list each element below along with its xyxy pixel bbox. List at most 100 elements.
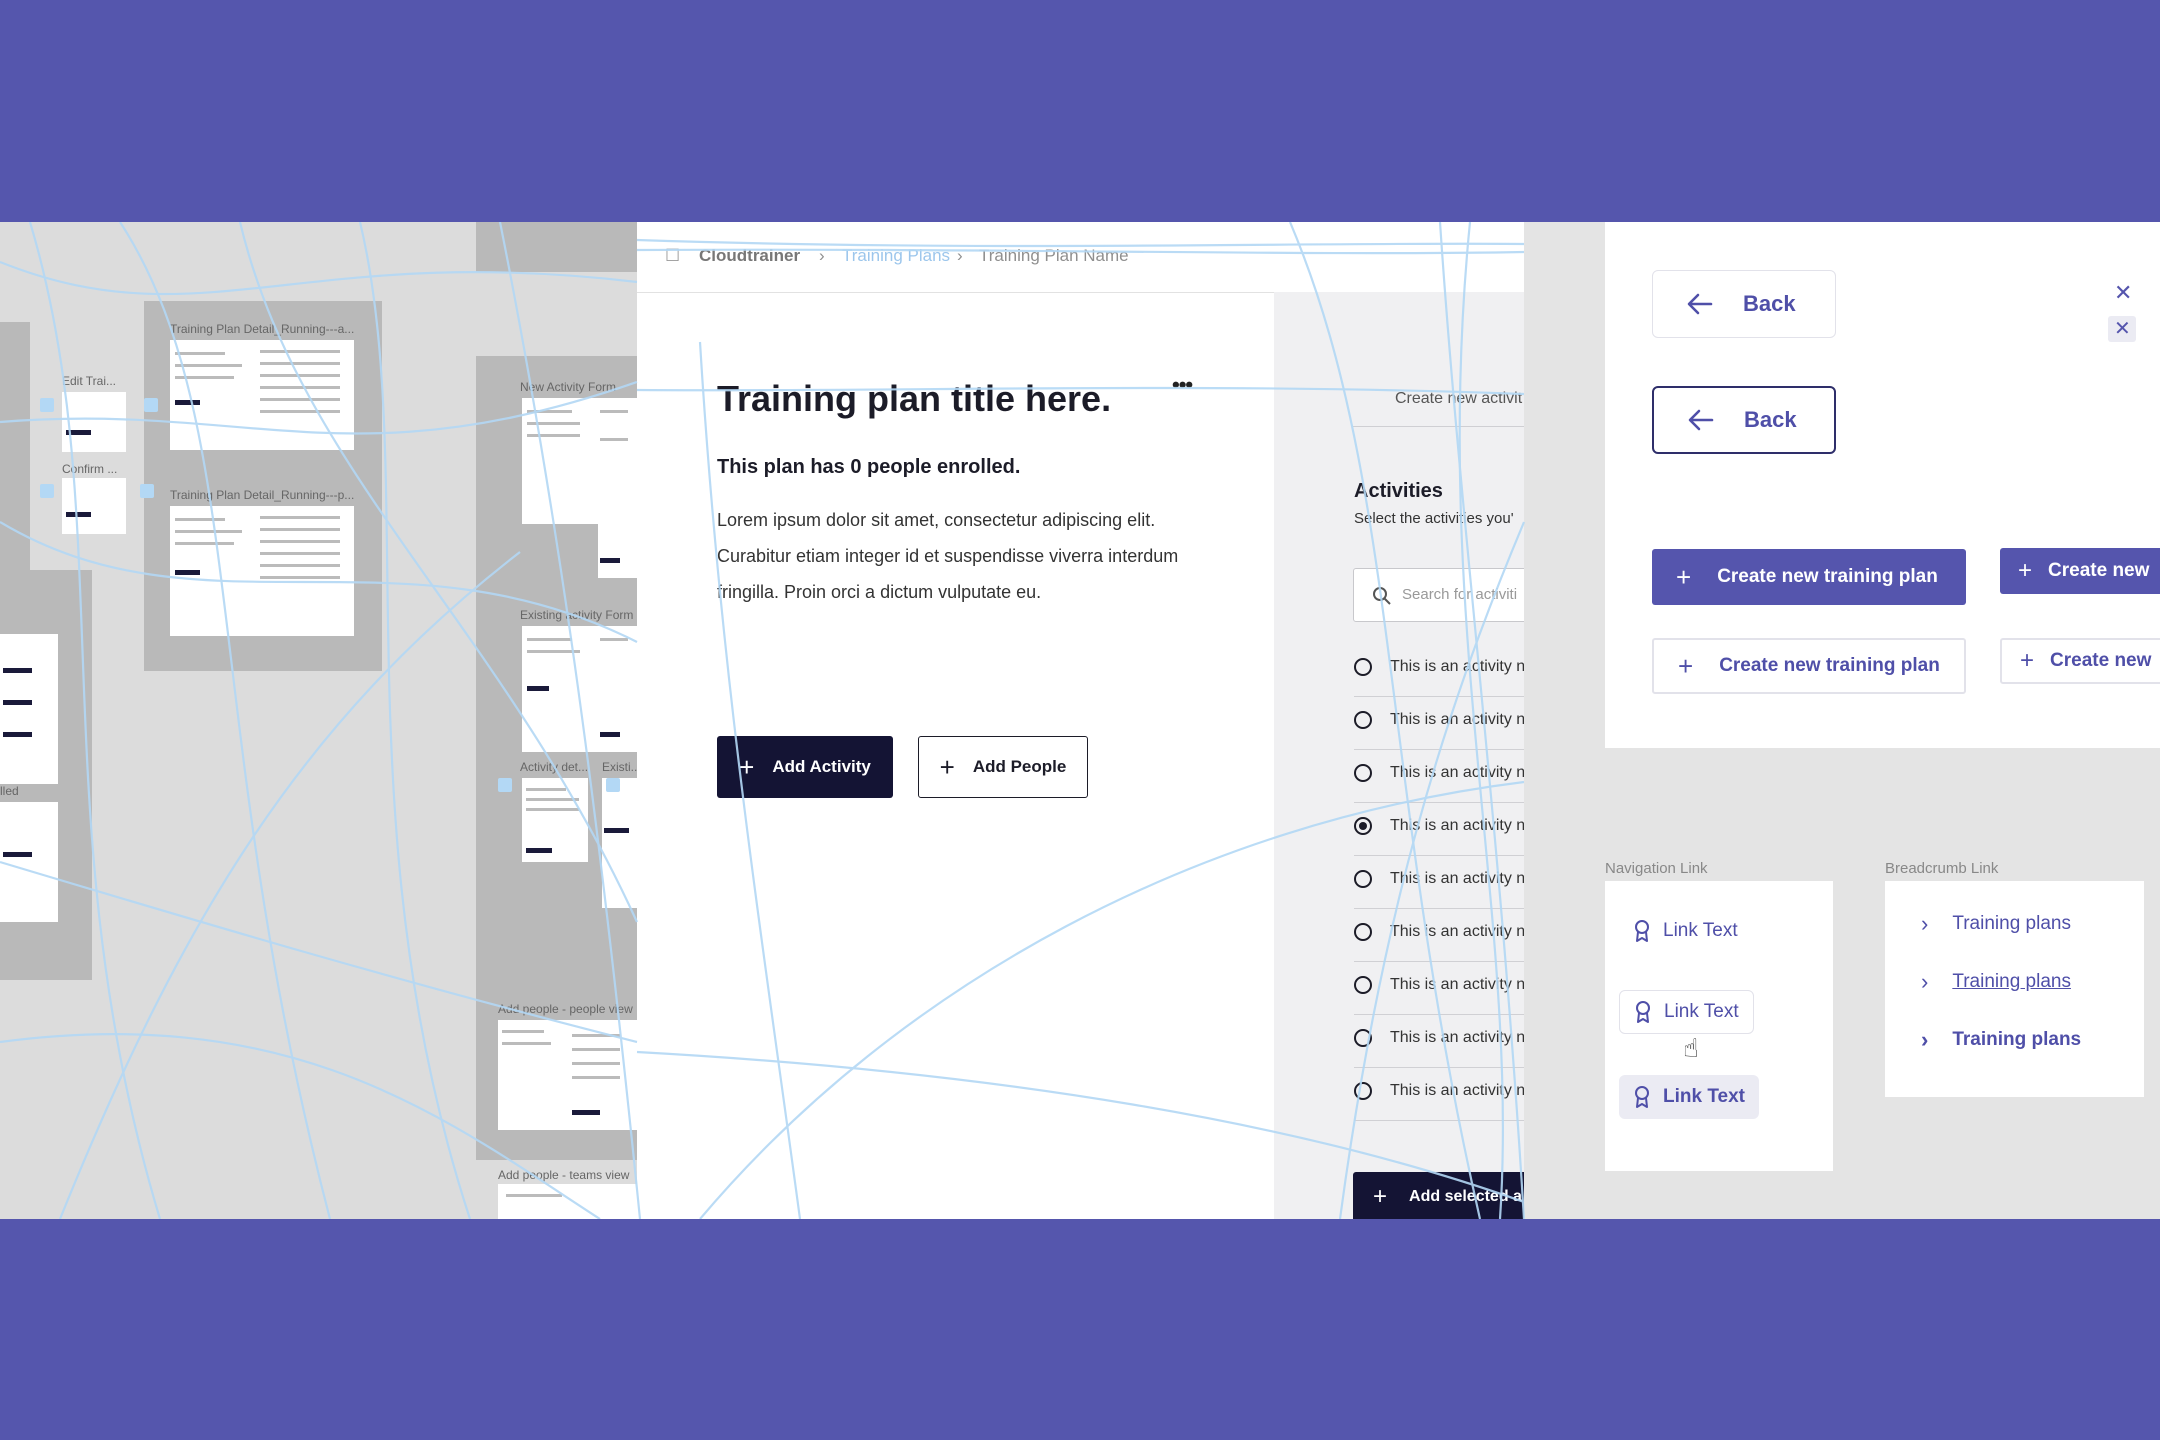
frame-thumbnail[interactable]: [0, 634, 58, 784]
chevron-right-icon: ›: [957, 246, 963, 265]
radio-unselected[interactable]: [1354, 1082, 1372, 1100]
radio-unselected[interactable]: [1354, 764, 1372, 782]
frame-label: Add people - teams view: [498, 1168, 630, 1182]
breadcrumb-link-card: › Training plans › Training plans › Trai…: [1885, 881, 2144, 1097]
activity-label: This is an activity n: [1390, 764, 1524, 781]
plus-icon: +: [939, 751, 955, 782]
activity-row[interactable]: This is an activity n: [1354, 750, 1524, 803]
radio-selected[interactable]: [1354, 817, 1372, 835]
activity-row[interactable]: This is an activity n: [1354, 697, 1524, 750]
back-label: Back: [1744, 407, 1797, 432]
nav-link-active[interactable]: Link Text: [1619, 1075, 1759, 1119]
frame-thumbnail[interactable]: [0, 802, 58, 922]
activity-row[interactable]: This is an activity n: [1354, 962, 1524, 1015]
chevron-right-icon: ›: [1921, 969, 1929, 994]
design-canvas: Training Plan Detail_Running---a... Trai…: [0, 222, 2160, 1219]
training-plan-screen: ☐ Cloudtrainer › Training Plans › Traini…: [637, 222, 1524, 1219]
activity-label: This is an activity n: [1390, 817, 1524, 834]
frame-thumbnail[interactable]: [498, 1020, 568, 1130]
frame-thumbnail[interactable]: [170, 340, 254, 450]
back-button-focused[interactable]: Back: [1652, 386, 1836, 454]
activity-row[interactable]: This is an activity n: [1354, 1015, 1524, 1068]
breadcrumb-link-default[interactable]: › Training plans: [1921, 911, 2071, 937]
frame-thumbnail[interactable]: [254, 340, 354, 450]
radio-unselected[interactable]: [1354, 711, 1372, 729]
breadcrumb-link-hover[interactable]: › Training plans: [1921, 969, 2071, 995]
breadcrumb-training-plans[interactable]: Training Plans: [842, 246, 950, 266]
home-icon[interactable]: ☐: [665, 246, 680, 266]
add-activity-button[interactable]: + Add Activity: [717, 736, 893, 798]
activity-row[interactable]: This is an activity n: [1354, 1068, 1524, 1121]
frame-label: Existing activity Form: [520, 608, 634, 622]
prototype-canvas[interactable]: Training Plan Detail_Running---a... Trai…: [0, 222, 637, 1219]
breadcrumb-link-label: Training plans: [1952, 971, 2071, 992]
frame-thumbnail[interactable]: [498, 1184, 637, 1219]
frame-thumbnail[interactable]: [598, 626, 637, 752]
activity-row[interactable]: This is an activity n: [1354, 909, 1524, 962]
activity-label: This is an activity n: [1390, 1029, 1524, 1046]
frame-thumbnail[interactable]: [602, 778, 637, 908]
create-plan-button-primary-small[interactable]: + Create new: [2000, 548, 2160, 594]
create-plan-button-secondary[interactable]: + Create new training plan: [1652, 638, 1966, 694]
frame-thumbnail[interactable]: [170, 506, 254, 636]
app-name[interactable]: Cloudtrainer: [699, 246, 800, 266]
activity-row[interactable]: This is an activity n: [1354, 644, 1524, 697]
create-new-activity-link[interactable]: Create new activit: [1395, 390, 1522, 408]
more-options-icon[interactable]: •••: [1172, 372, 1193, 398]
radio-unselected[interactable]: [1354, 923, 1372, 941]
frame-thumbnail[interactable]: [522, 626, 598, 752]
page-title: Training plan title here.: [717, 378, 1112, 419]
breadcrumb-link-section-label: Breadcrumb Link: [1885, 860, 1999, 877]
nav-link-label: Link Text: [1663, 1086, 1745, 1107]
add-selected-button[interactable]: + Add selected a: [1353, 1172, 1524, 1219]
frame-thumbnail[interactable]: [522, 398, 598, 524]
radio-unselected[interactable]: [1354, 976, 1372, 994]
breadcrumb-link-label: Training plans: [1952, 1029, 2082, 1050]
activity-row[interactable]: This is an activity n: [1354, 803, 1524, 856]
activities-subheading: Select the activities you': [1354, 510, 1514, 527]
divider: [1353, 426, 1524, 427]
add-activity-label: Add Activity: [772, 757, 871, 776]
create-plan-button-secondary-small[interactable]: + Create new: [2000, 638, 2160, 684]
search-placeholder: Search for activiti: [1402, 586, 1518, 603]
frame-thumbnail[interactable]: [522, 778, 588, 862]
create-plan-label: Create new training plan: [1717, 566, 1938, 587]
plus-icon: +: [1373, 1183, 1388, 1210]
nav-link-label: Link Text: [1663, 920, 1738, 941]
close-button-hover[interactable]: ✕: [2108, 316, 2136, 342]
activity-label: This is an activity n: [1390, 658, 1524, 675]
frame-thumbnail[interactable]: [62, 392, 126, 452]
frame-label: Existi...: [602, 760, 637, 774]
radio-unselected[interactable]: [1354, 870, 1372, 888]
add-people-button[interactable]: + Add People: [918, 736, 1088, 798]
close-icon[interactable]: ✕: [2114, 280, 2132, 306]
activity-search-input[interactable]: Search for activiti: [1353, 568, 1524, 622]
frame-thumbnail[interactable]: [254, 506, 354, 636]
navigation-link-card: Link Text Link Text ☝ Link Text: [1605, 881, 1833, 1171]
back-button-default[interactable]: Back: [1652, 270, 1836, 338]
plus-icon: +: [1678, 650, 1694, 681]
nav-link-default[interactable]: Link Text: [1619, 909, 1752, 953]
breadcrumb-link-active[interactable]: › Training plans: [1921, 1027, 2081, 1053]
create-plan-label: Create new training plan: [1719, 655, 1940, 676]
frame-thumbnail[interactable]: [598, 398, 637, 578]
chevron-right-icon: ›: [1921, 911, 1929, 936]
activity-label: This is an activity n: [1390, 870, 1524, 887]
chevron-right-icon: ›: [819, 246, 825, 265]
plus-icon: +: [2020, 647, 2035, 674]
arrow-left-icon: [1687, 293, 1713, 315]
activity-label: This is an activity n: [1390, 711, 1524, 728]
radio-unselected[interactable]: [1354, 658, 1372, 676]
nav-link-hover[interactable]: Link Text: [1619, 990, 1754, 1034]
create-plan-button-primary[interactable]: + Create new training plan: [1652, 549, 1966, 605]
frame-thumbnail[interactable]: [62, 478, 126, 534]
plus-icon: +: [739, 751, 755, 782]
create-plan-label: Create new: [2050, 650, 2152, 671]
activity-row[interactable]: This is an activity n: [1354, 856, 1524, 909]
frame-label: lled: [0, 784, 19, 798]
hand-pointer-icon: ☝: [1683, 1033, 1699, 1063]
radio-unselected[interactable]: [1354, 1029, 1372, 1047]
frame-thumbnail[interactable]: [568, 1020, 637, 1130]
chevron-right-icon: ›: [1921, 1027, 1929, 1052]
add-selected-label: Add selected a: [1409, 1188, 1522, 1205]
